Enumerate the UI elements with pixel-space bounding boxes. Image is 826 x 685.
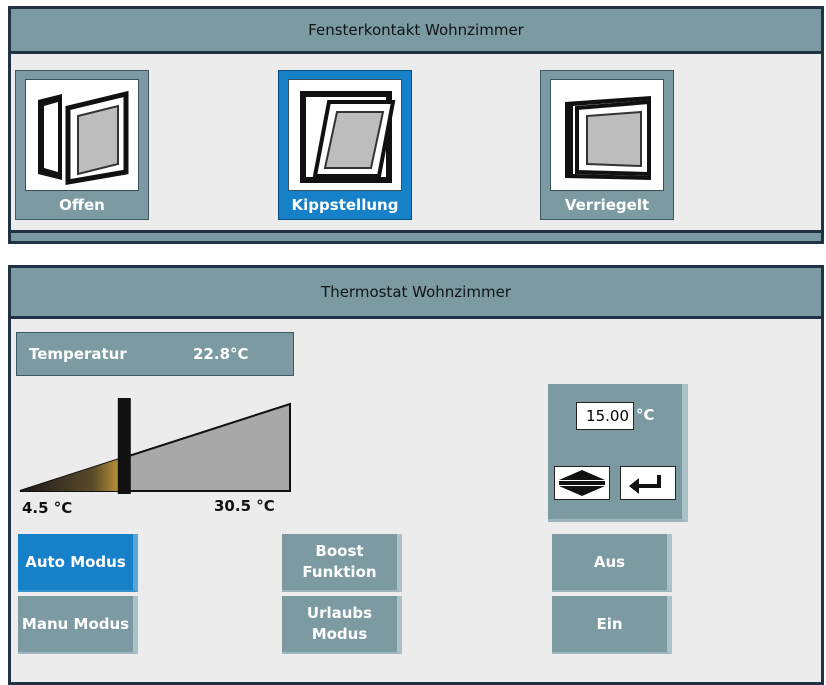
enter-return-icon[interactable] [620,466,676,500]
setpoint-control: °C [548,384,688,522]
window-contact-header: Fensterkontakt Wohnzimmer [11,9,821,54]
panel-footer-bar [11,230,821,241]
setpoint-input[interactable] [576,402,634,430]
window-open-icon [25,79,139,191]
off-button[interactable]: Aus [552,534,672,592]
state-open-tile[interactable]: Offen [15,70,149,220]
thermostat-title: Thermostat Wohnzimmer [321,283,511,301]
temperature-value: 22.8°C [193,345,249,363]
window-tilted-icon [288,79,402,191]
thermostat-header: Thermostat Wohnzimmer [11,268,821,319]
on-button[interactable]: Ein [552,596,672,654]
scale-min-label: 4.5 °C [22,499,73,517]
state-tilted-tile[interactable]: Kippstellung [278,70,412,220]
state-locked-label: Verriegelt [564,196,650,214]
temperature-readout: Temperatur 22.8°C [16,332,294,376]
holiday-mode-button[interactable]: Urlaubs Modus [282,596,402,654]
setpoint-unit: °C [636,406,655,424]
up-down-stepper-icon[interactable] [554,466,610,500]
auto-mode-button[interactable]: Auto Modus [18,534,138,592]
temperature-label: Temperatur [29,345,127,363]
temperature-scale-wedge [19,398,291,494]
state-tilted-label: Kippstellung [291,196,399,214]
window-contact-title: Fensterkontakt Wohnzimmer [308,21,524,39]
window-locked-icon [550,79,664,191]
manual-mode-button[interactable]: Manu Modus [18,596,138,654]
current-temperature-marker [117,398,131,494]
boost-function-button[interactable]: Boost Funktion [282,534,402,592]
state-open-label: Offen [59,196,105,214]
scale-max-label: 30.5 °C [214,497,275,515]
state-locked-tile[interactable]: Verriegelt [540,70,674,220]
